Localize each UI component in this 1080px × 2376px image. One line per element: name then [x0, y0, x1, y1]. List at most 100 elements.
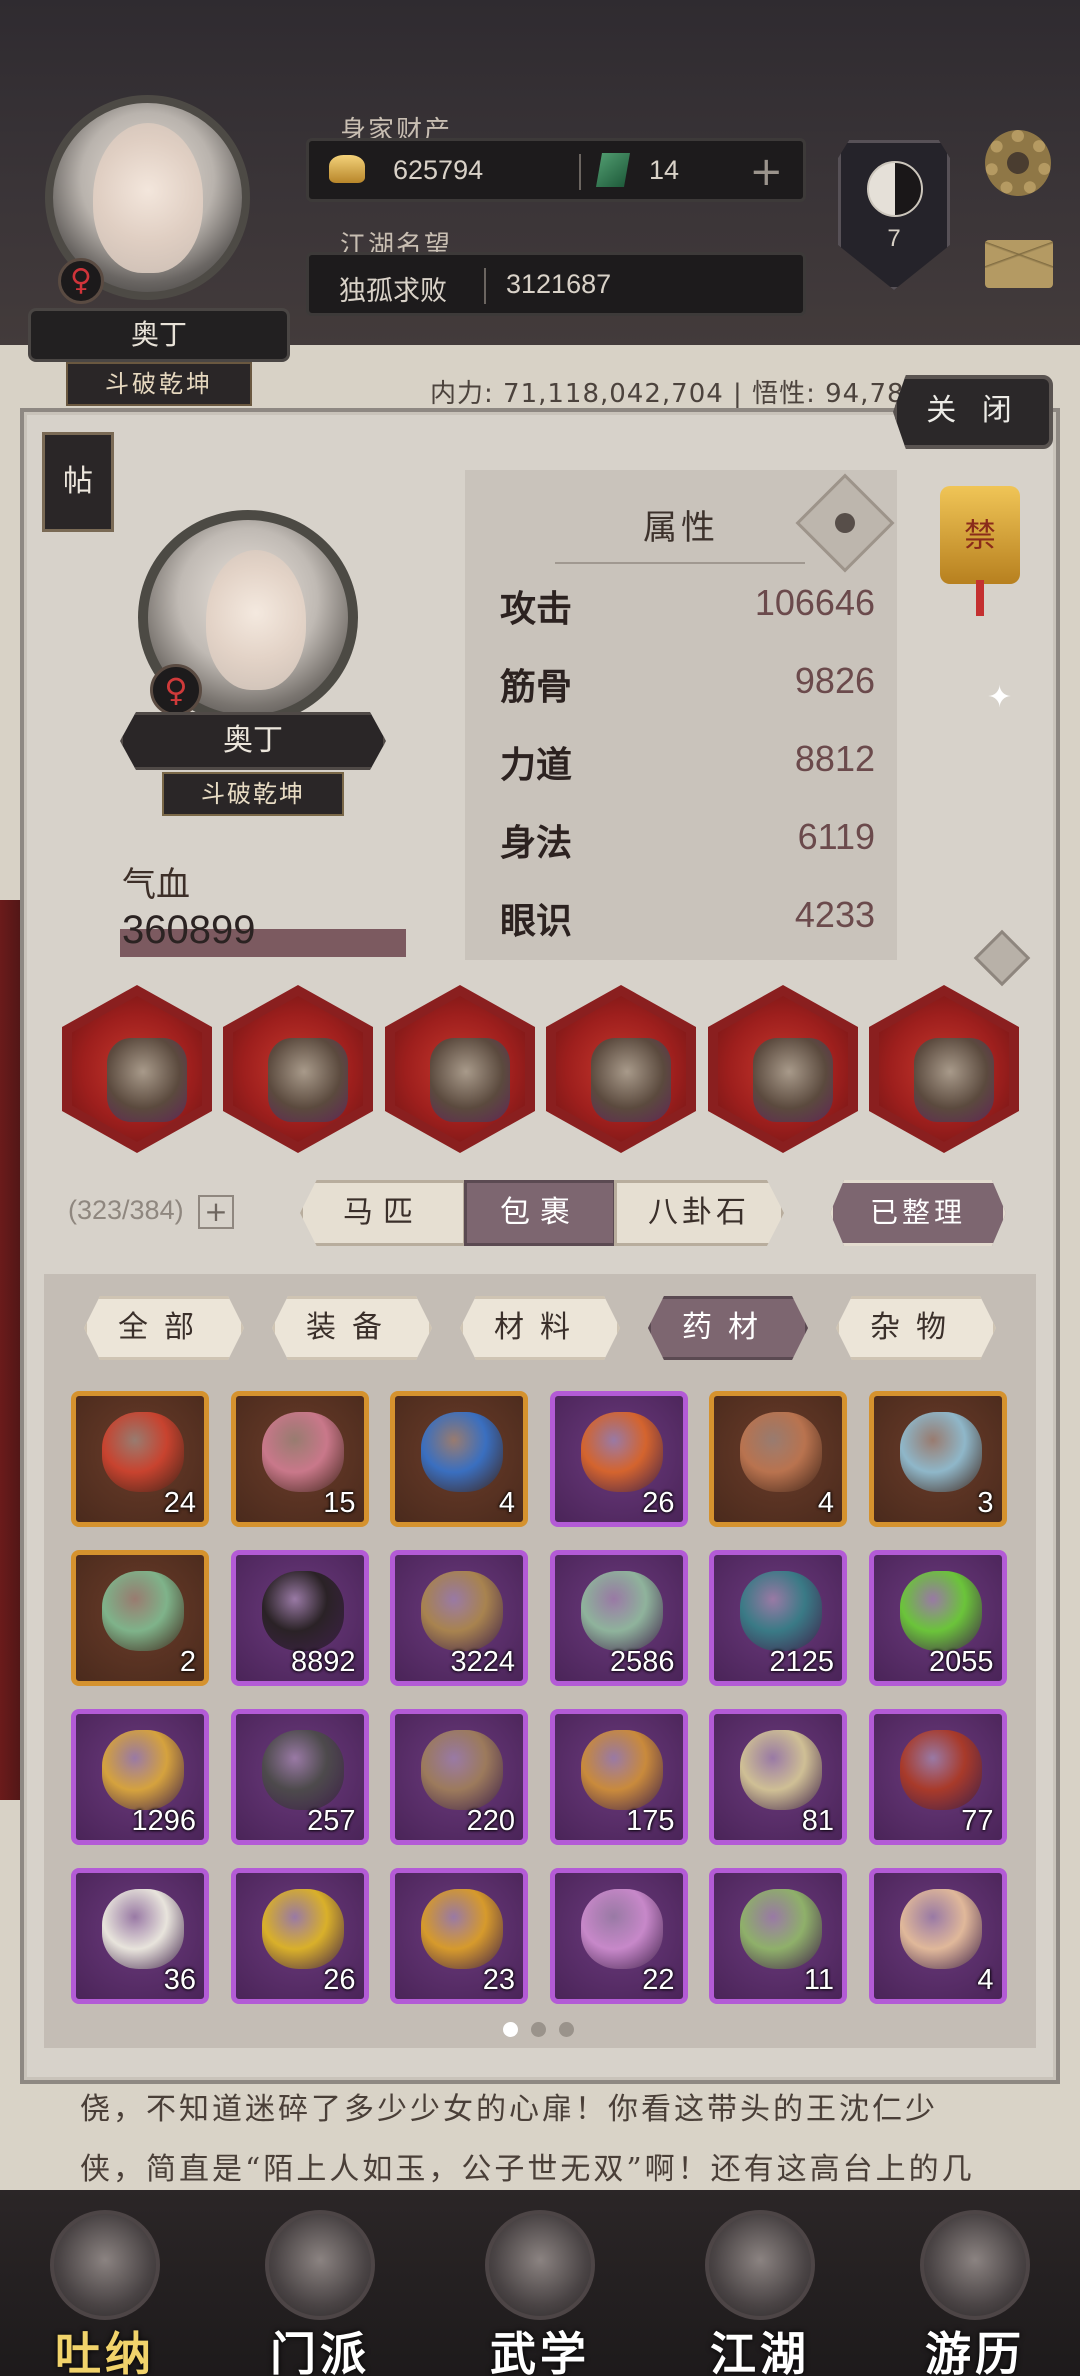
page-indicator-dot[interactable]: [531, 2022, 546, 2037]
nav-label: 吐纳: [55, 2327, 155, 2376]
item-slot[interactable]: 11: [709, 1868, 847, 2004]
item-count: 26: [642, 1487, 675, 1519]
expand-bag-button[interactable]: +: [198, 1195, 234, 1229]
item-slot[interactable]: 24: [71, 1391, 209, 1527]
item-slot[interactable]: 257: [230, 1709, 369, 1845]
item-slot[interactable]: 4: [390, 1391, 528, 1527]
leaf-icon: [740, 1730, 822, 1810]
item-slot[interactable]: 2: [71, 1550, 209, 1686]
header-player-name: 奥丁: [28, 308, 290, 362]
item-count: 22: [642, 1964, 675, 1996]
pink-flower-icon: [580, 1889, 663, 1969]
attribute-row: 眼识 4233: [500, 892, 875, 952]
nav-label: 武学: [490, 2327, 590, 2376]
add-currency-button[interactable]: +: [749, 149, 783, 195]
reputation-value: 3121687: [506, 269, 612, 299]
tab-bagua-stone[interactable]: 八卦石: [614, 1180, 784, 1246]
filter-medicine[interactable]: 药材: [648, 1296, 808, 1360]
item-slot[interactable]: 3224: [390, 1550, 528, 1686]
attribute-row: 攻击 106646: [500, 580, 875, 640]
page-indicator-dot[interactable]: [559, 2022, 574, 2037]
character-title: 斗破乾坤: [162, 772, 344, 816]
item-slot[interactable]: 2586: [549, 1550, 688, 1686]
filter-materials[interactable]: 材料: [460, 1296, 620, 1360]
item-slot[interactable]: 2125: [709, 1550, 847, 1686]
item-count: 4: [977, 1964, 994, 1996]
meditation-icon: [50, 2210, 160, 2320]
attribute-name: 攻击: [500, 588, 573, 630]
avatar-face: [93, 123, 203, 273]
character-name: 奥丁: [120, 712, 386, 770]
nav-label: 游历: [925, 2327, 1025, 2376]
item-count: 15: [323, 1487, 356, 1519]
rock-icon: [261, 1730, 344, 1810]
attribute-value: 4233: [794, 894, 875, 935]
item-slot[interactable]: 36: [71, 1868, 209, 2004]
mount-icon: [914, 1038, 994, 1122]
nav-sect[interactable]: 门派: [235, 2190, 405, 2376]
jade-icon: [596, 153, 630, 187]
reputation-rank: 独孤求败: [339, 276, 447, 307]
item-slot[interactable]: 15: [230, 1391, 369, 1527]
ginseng-icon: [102, 1730, 184, 1810]
filter-equipment[interactable]: 装备: [272, 1296, 432, 1360]
book-icon: [485, 2210, 595, 2320]
item-count: 220: [466, 1805, 515, 1837]
item-count: 24: [163, 1487, 196, 1519]
item-slot[interactable]: 22: [549, 1868, 688, 2004]
divider: [484, 268, 486, 304]
equip-slot-inner: [879, 996, 1009, 1142]
attribute-value: 6119: [797, 816, 875, 857]
vial-icon: [580, 1571, 663, 1651]
hp-label: 气血: [122, 865, 190, 905]
filter-misc[interactable]: 杂物: [836, 1296, 996, 1360]
item-slot[interactable]: 220: [390, 1709, 528, 1845]
bowl-icon: [899, 1412, 982, 1492]
mail-icon[interactable]: [985, 240, 1053, 288]
filter-all[interactable]: 全部: [84, 1296, 244, 1360]
gold-value: 625794: [393, 155, 484, 185]
reputation-bar: 独孤求败 3121687: [306, 252, 806, 316]
item-slot[interactable]: 175: [549, 1709, 688, 1845]
item-count: 2586: [609, 1646, 675, 1678]
item-slot[interactable]: 81: [709, 1709, 847, 1845]
nav-martial-arts[interactable]: 武学: [455, 2190, 625, 2376]
cabbage-icon: [740, 1889, 822, 1969]
jade-value: 14: [649, 155, 680, 185]
attribute-value: 8812: [794, 738, 875, 779]
item-count: 1296: [131, 1805, 196, 1837]
sort-button[interactable]: 已整理: [830, 1180, 1006, 1246]
nav-tuna[interactable]: 吐纳: [20, 2190, 190, 2376]
invitation-icon[interactable]: 帖: [42, 432, 114, 532]
item-count: 23: [482, 1964, 515, 1996]
item-count: 4: [817, 1487, 834, 1519]
equip-slot-inner: [72, 996, 202, 1142]
eye-icon[interactable]: [795, 473, 895, 573]
leaves-icon: [580, 1730, 663, 1810]
nav-travel[interactable]: 游历: [890, 2190, 1060, 2376]
page-indicator-dot[interactable]: [503, 2022, 518, 2037]
item-slot[interactable]: 1296: [71, 1709, 209, 1845]
blue-pill-icon: [421, 1412, 503, 1492]
item-slot[interactable]: 2055: [868, 1550, 1007, 1686]
attribute-name: 眼识: [500, 900, 573, 942]
item-slot[interactable]: 3: [868, 1391, 1007, 1527]
gear-icon[interactable]: [985, 130, 1051, 196]
ban-badge[interactable]: 禁: [940, 486, 1020, 584]
close-button[interactable]: 关 闭: [893, 375, 1053, 449]
item-count: 257: [307, 1805, 356, 1837]
item-slot[interactable]: 4: [868, 1868, 1007, 2004]
tab-horses[interactable]: 马匹: [300, 1180, 466, 1246]
attributes-panel: 属性 攻击 106646 筋骨 9826 力道 8812 身法 6119 眼识 …: [465, 470, 897, 960]
attribute-row: 筋骨 9826: [500, 658, 875, 718]
item-slot[interactable]: 23: [390, 1868, 528, 2004]
item-slot[interactable]: 8892: [230, 1550, 369, 1686]
vine-icon: [740, 1571, 822, 1651]
item-slot[interactable]: 77: [868, 1709, 1007, 1845]
item-slot[interactable]: 26: [549, 1391, 688, 1527]
item-slot[interactable]: 4: [709, 1391, 847, 1527]
item-slot[interactable]: 26: [230, 1868, 369, 2004]
nav-jianghu[interactable]: 江湖: [675, 2190, 845, 2376]
tab-bag[interactable]: 包裹: [464, 1180, 616, 1246]
gourd-icon: [421, 1889, 503, 1969]
